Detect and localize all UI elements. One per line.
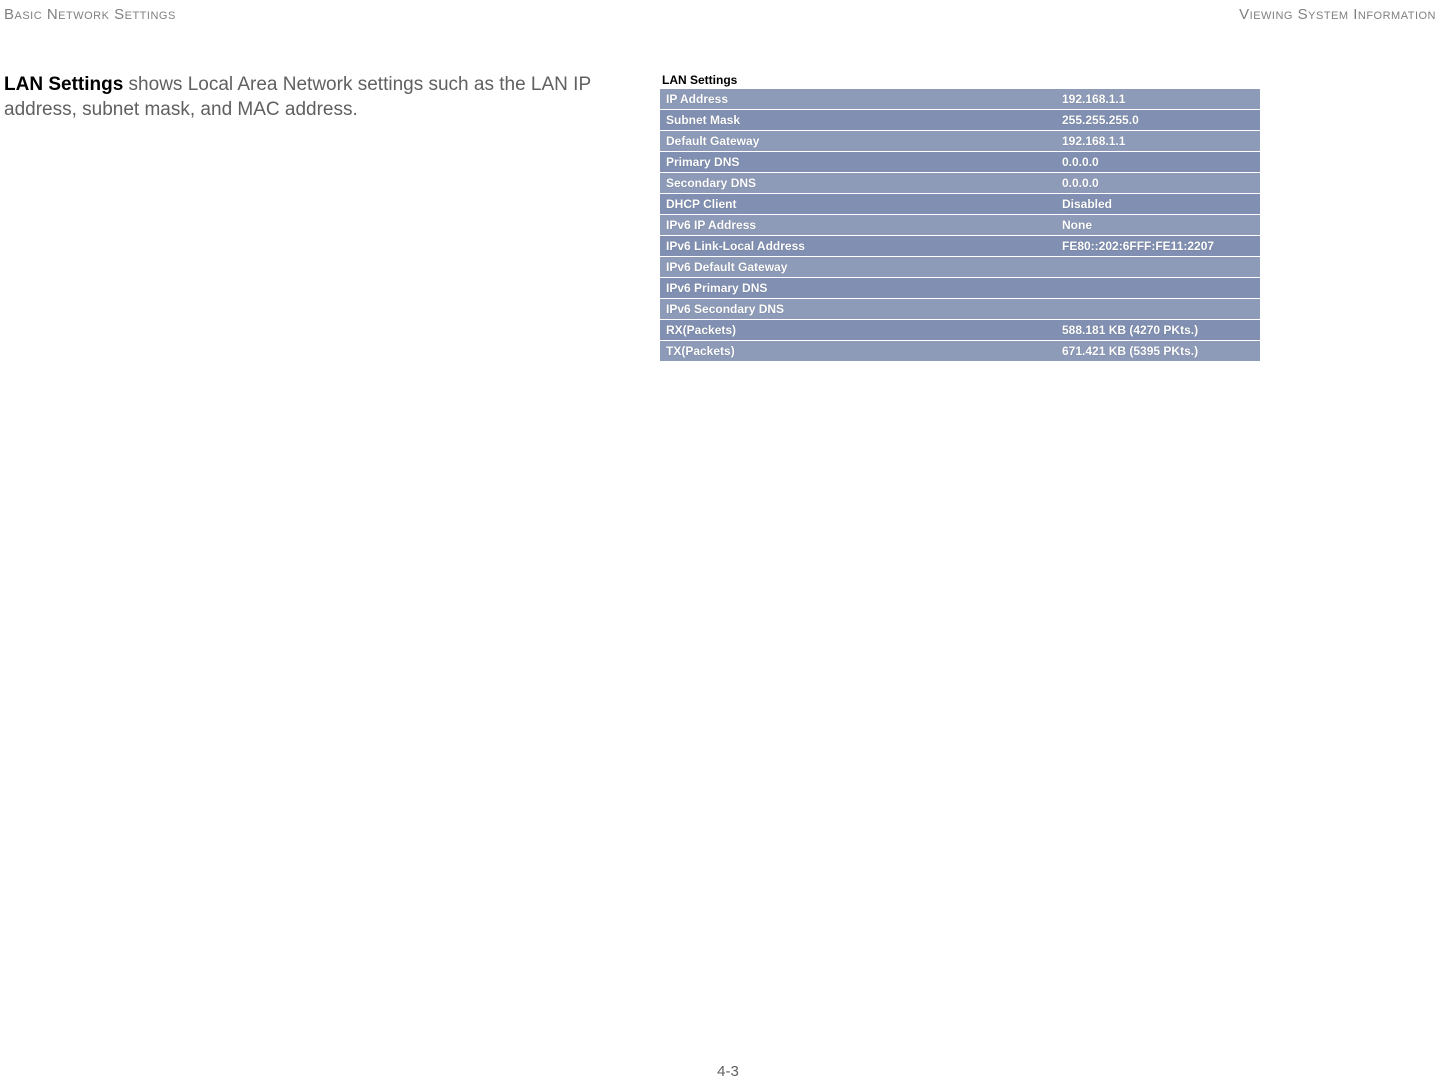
header-left: Basic Network Settings: [4, 6, 176, 23]
row-value: 192.168.1.1: [1056, 131, 1260, 152]
table-row: DHCP Client Disabled: [660, 194, 1260, 215]
row-value: [1056, 299, 1260, 320]
table-row: TX(Packets) 671.421 KB (5395 PKts.): [660, 341, 1260, 362]
table-row: IPv6 Default Gateway: [660, 257, 1260, 278]
row-value: 0.0.0.0: [1056, 173, 1260, 194]
table-row: IPv6 Link-Local Address FE80::202:6FFF:F…: [660, 236, 1260, 257]
row-label: Subnet Mask: [660, 110, 1056, 131]
row-value: None: [1056, 215, 1260, 236]
row-value: [1056, 278, 1260, 299]
table-row: Subnet Mask 255.255.255.0: [660, 110, 1260, 131]
row-label: Primary DNS: [660, 152, 1056, 173]
row-label: Secondary DNS: [660, 173, 1056, 194]
row-value: 0.0.0.0: [1056, 152, 1260, 173]
table-row: IPv6 Secondary DNS: [660, 299, 1260, 320]
row-label: RX(Packets): [660, 320, 1056, 341]
lan-settings-table: IP Address 192.168.1.1 Subnet Mask 255.2…: [660, 89, 1260, 362]
table-row: Primary DNS 0.0.0.0: [660, 152, 1260, 173]
row-value: 671.421 KB (5395 PKts.): [1056, 341, 1260, 362]
row-label: IPv6 Secondary DNS: [660, 299, 1056, 320]
row-label: DHCP Client: [660, 194, 1056, 215]
row-value: [1056, 257, 1260, 278]
row-value: 192.168.1.1: [1056, 89, 1260, 110]
row-value: Disabled: [1056, 194, 1260, 215]
row-label: IPv6 Default Gateway: [660, 257, 1056, 278]
description-bold: LAN Settings: [4, 74, 123, 95]
header-right: Viewing System Information: [1239, 6, 1436, 23]
table-row: IPv6 Primary DNS: [660, 278, 1260, 299]
table-row: Secondary DNS 0.0.0.0: [660, 173, 1260, 194]
row-value: 255.255.255.0: [1056, 110, 1260, 131]
row-label: Default Gateway: [660, 131, 1056, 152]
table-title: LAN Settings: [660, 73, 1260, 87]
row-label: IPv6 IP Address: [660, 215, 1056, 236]
row-label: IPv6 Link-Local Address: [660, 236, 1056, 257]
page-number: 4-3: [717, 1063, 739, 1080]
row-label: TX(Packets): [660, 341, 1056, 362]
description-text: LAN Settings shows Local Area Network se…: [4, 73, 644, 122]
page-header: Basic Network Settings Viewing System In…: [0, 0, 1456, 23]
table-row: IPv6 IP Address None: [660, 215, 1260, 236]
content-area: LAN Settings shows Local Area Network se…: [0, 23, 1456, 362]
row-value: 588.181 KB (4270 PKts.): [1056, 320, 1260, 341]
table-column: LAN Settings IP Address 192.168.1.1 Subn…: [660, 73, 1260, 362]
table-row: RX(Packets) 588.181 KB (4270 PKts.): [660, 320, 1260, 341]
row-label: IP Address: [660, 89, 1056, 110]
table-row: Default Gateway 192.168.1.1: [660, 131, 1260, 152]
row-value: FE80::202:6FFF:FE11:2207: [1056, 236, 1260, 257]
table-row: IP Address 192.168.1.1: [660, 89, 1260, 110]
row-label: IPv6 Primary DNS: [660, 278, 1056, 299]
description-column: LAN Settings shows Local Area Network se…: [4, 73, 644, 362]
